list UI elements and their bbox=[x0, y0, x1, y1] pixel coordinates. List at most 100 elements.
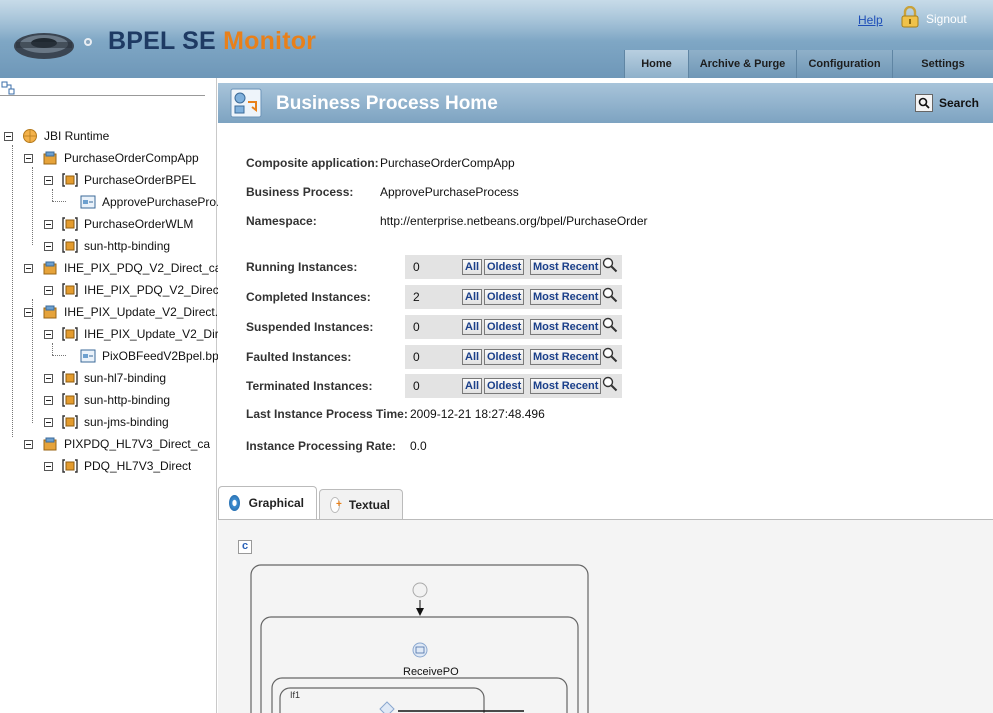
tree-connector bbox=[32, 167, 33, 245]
service-unit-icon bbox=[62, 283, 78, 297]
collapse-toggle[interactable] bbox=[44, 285, 53, 295]
process-diagram-canvas: c ReceivePO If1 bbox=[218, 520, 993, 713]
collapse-toggle[interactable] bbox=[44, 329, 53, 339]
collapse-toggle[interactable] bbox=[44, 175, 53, 185]
collapse-toggle[interactable] bbox=[24, 439, 33, 449]
tab-settings[interactable]: Settings bbox=[892, 50, 993, 78]
collapse-toggle[interactable] bbox=[44, 461, 53, 471]
service-unit-icon bbox=[62, 239, 78, 253]
suspended-oldest-button[interactable]: Oldest bbox=[484, 319, 525, 335]
collapse-toggle[interactable] bbox=[4, 131, 13, 141]
collapse-toggle[interactable] bbox=[24, 263, 33, 273]
collapse-toggle[interactable] bbox=[44, 395, 53, 405]
tree-connector bbox=[52, 343, 53, 355]
if-label: If1 bbox=[290, 690, 301, 700]
completed-instances-label: Completed Instances: bbox=[246, 290, 371, 304]
faulted-instances-label: Faulted Instances: bbox=[246, 350, 352, 364]
graphical-icon bbox=[229, 495, 240, 511]
tree-item-service-unit[interactable]: sun-jms-binding bbox=[44, 413, 169, 431]
tab-graphical-label: Graphical bbox=[248, 496, 304, 510]
completed-most-recent-button[interactable]: Most Recent bbox=[530, 289, 602, 305]
tree-item-service-unit[interactable]: IHE_PIX_Update_V2_Dir... bbox=[44, 325, 228, 343]
collapse-toggle[interactable] bbox=[44, 241, 53, 251]
tree-item-label: sun-http-binding bbox=[84, 239, 171, 253]
tree-item-composite-app[interactable]: IHE_PIX_Update_V2_Direct... bbox=[24, 303, 225, 321]
collapse-toggle[interactable] bbox=[24, 153, 33, 163]
tree-item-service-unit[interactable]: PDQ_HL7V3_Direct bbox=[44, 457, 191, 475]
app-title: BPEL SE Monitor bbox=[108, 27, 316, 56]
suspended-instances-label: Suspended Instances: bbox=[246, 320, 374, 334]
running-all-button[interactable]: All bbox=[462, 259, 483, 275]
app-header: BPEL SE Monitor Help Signout Home Archiv… bbox=[0, 0, 993, 78]
tree-item-composite-app[interactable]: PIXPDQ_HL7V3_Direct_ca bbox=[24, 435, 210, 453]
tree-item-service-unit[interactable]: sun-hl7-binding bbox=[44, 369, 166, 387]
tree-item-process[interactable]: ApprovePurchasePro... bbox=[80, 193, 226, 211]
if-gateway-node bbox=[379, 701, 395, 713]
terminated-oldest-button[interactable]: Oldest bbox=[484, 378, 525, 394]
tree-item-process[interactable]: PixOBFeedV2Bpel.bp... bbox=[80, 347, 229, 365]
faulted-search-icon[interactable] bbox=[602, 347, 618, 363]
completed-oldest-button[interactable]: Oldest bbox=[484, 289, 525, 305]
tree-connector bbox=[12, 145, 13, 437]
page-title: Business Process Home bbox=[276, 93, 498, 114]
completed-search-icon[interactable] bbox=[602, 287, 618, 303]
tree-item-service-unit[interactable]: PurchaseOrderWLM bbox=[44, 215, 193, 233]
collapse-toggle[interactable] bbox=[44, 417, 53, 427]
collapse-toggle[interactable] bbox=[44, 373, 53, 383]
if-outer-container bbox=[271, 677, 568, 713]
tree-item-service-unit[interactable]: IHE_PIX_PDQ_V2_Direct bbox=[44, 281, 222, 299]
terminated-search-icon[interactable] bbox=[602, 376, 618, 392]
process-diagram-graphic bbox=[250, 564, 589, 713]
business-process-value: ApprovePurchaseProcess bbox=[380, 185, 519, 199]
search-button[interactable]: Search bbox=[914, 93, 979, 113]
tree-item-service-unit[interactable]: sun-http-binding bbox=[44, 237, 170, 255]
collapse-toggle[interactable] bbox=[24, 307, 33, 317]
tree-item-service-unit[interactable]: PurchaseOrderBPEL bbox=[44, 171, 196, 189]
composite-app-icon bbox=[43, 437, 57, 451]
running-most-recent-button[interactable]: Most Recent bbox=[530, 259, 602, 275]
completed-count: 2 bbox=[413, 290, 420, 304]
tree-item-label: PDQ_HL7V3_Direct bbox=[84, 459, 192, 473]
terminated-instances-label: Terminated Instances: bbox=[246, 379, 373, 393]
composite-app-icon bbox=[43, 305, 57, 319]
terminated-most-recent-button[interactable]: Most Recent bbox=[530, 378, 602, 394]
faulted-all-button[interactable]: All bbox=[462, 349, 483, 365]
completed-all-button[interactable]: All bbox=[462, 289, 483, 305]
running-search-icon[interactable] bbox=[602, 257, 618, 273]
tree-item-label: PurchaseOrderWLM bbox=[84, 217, 194, 231]
tree-item-jbi-runtime[interactable]: JBI Runtime bbox=[4, 127, 109, 145]
tab-home[interactable]: Home bbox=[624, 50, 688, 78]
faulted-most-recent-button[interactable]: Most Recent bbox=[530, 349, 602, 365]
terminated-all-button[interactable]: All bbox=[462, 378, 483, 394]
last-process-time-label: Last Instance Process Time: bbox=[246, 407, 408, 421]
business-process-label: Business Process: bbox=[246, 185, 354, 199]
collapse-toggle[interactable] bbox=[44, 219, 53, 229]
tree-connector bbox=[52, 355, 66, 356]
signout-link[interactable]: Signout bbox=[926, 12, 967, 26]
composite-app-icon bbox=[43, 261, 57, 275]
tree-item-service-unit[interactable]: sun-http-binding bbox=[44, 391, 170, 409]
composite-app-value: PurchaseOrderCompApp bbox=[380, 156, 515, 170]
suspended-most-recent-button[interactable]: Most Recent bbox=[530, 319, 602, 335]
tree-item-composite-app[interactable]: IHE_PIX_PDQ_V2_Direct_ca bbox=[24, 259, 221, 277]
suspended-search-icon[interactable] bbox=[602, 317, 618, 333]
suspended-all-button[interactable]: All bbox=[462, 319, 483, 335]
tab-archive-purge[interactable]: Archive & Purge bbox=[688, 50, 796, 78]
service-unit-icon bbox=[62, 173, 78, 187]
tree-sync-icon[interactable] bbox=[1, 81, 15, 95]
tab-configuration[interactable]: Configuration bbox=[796, 50, 892, 78]
sidebar-tree-panel: JBI Runtime PurchaseOrderCompApp Purchas… bbox=[0, 78, 229, 713]
tab-graphical[interactable]: Graphical bbox=[218, 486, 317, 519]
service-unit-icon bbox=[62, 459, 78, 473]
service-unit-icon bbox=[62, 393, 78, 407]
receive-node bbox=[412, 642, 428, 658]
faulted-count: 0 bbox=[413, 350, 420, 364]
composite-app-icon bbox=[43, 151, 57, 165]
help-link[interactable]: Help bbox=[858, 13, 883, 27]
tab-textual[interactable]: + Textual bbox=[319, 489, 403, 519]
view-tabs: Graphical + Textual bbox=[218, 486, 993, 520]
tree-item-composite-app[interactable]: PurchaseOrderCompApp bbox=[24, 149, 199, 167]
running-oldest-button[interactable]: Oldest bbox=[484, 259, 525, 275]
faulted-oldest-button[interactable]: Oldest bbox=[484, 349, 525, 365]
refresh-button[interactable]: c bbox=[238, 540, 252, 554]
